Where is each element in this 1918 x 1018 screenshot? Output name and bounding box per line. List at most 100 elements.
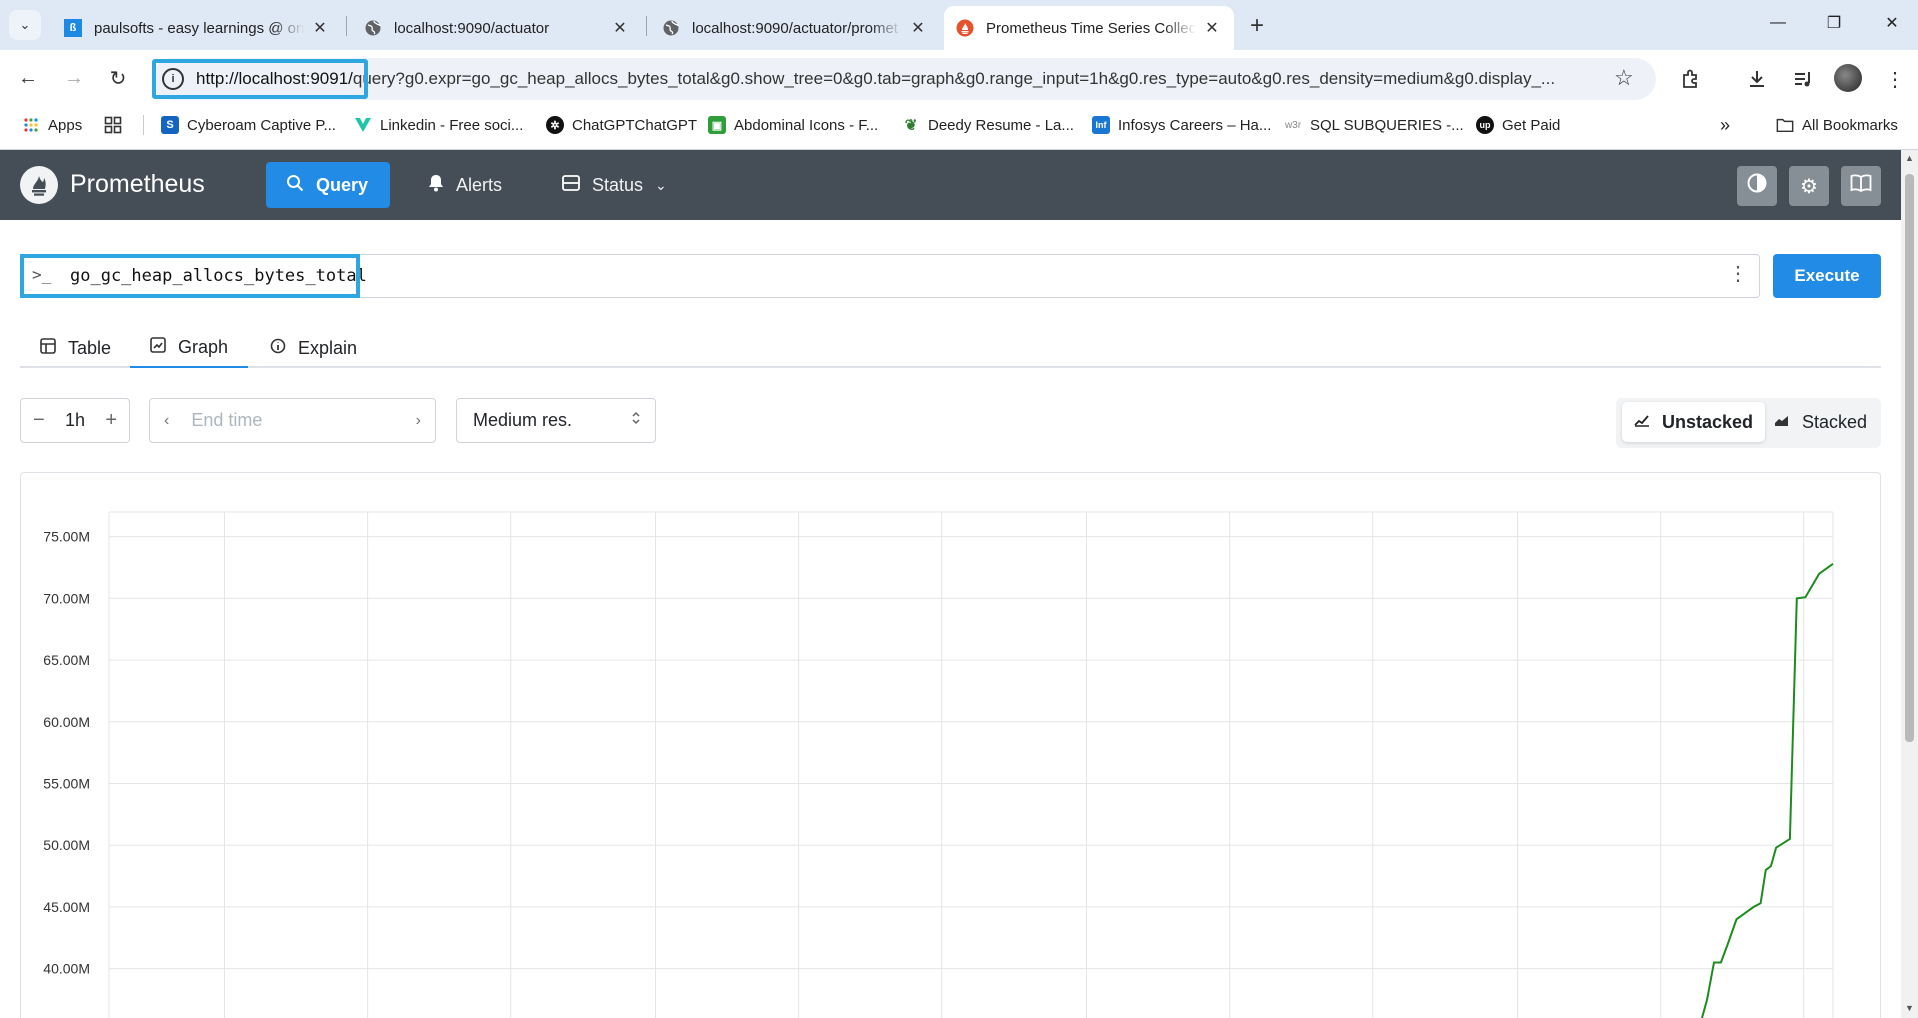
bookmark-label: Linkedin - Free soci...: [380, 116, 524, 134]
bookmark-get-paid[interactable]: up Get Paid: [1476, 114, 1560, 136]
browser-tab-2[interactable]: localhost:9090/actuator ✕: [352, 6, 642, 50]
browser-tab-1[interactable]: ß paulsofts - easy learnings @ on ✕: [52, 6, 342, 50]
all-bookmarks-button[interactable]: All Bookmarks: [1776, 114, 1898, 136]
bookmark-label: ChatGPTChatGPT: [572, 116, 698, 134]
back-button[interactable]: ←: [12, 62, 44, 94]
stacked-label: Stacked: [1802, 411, 1868, 432]
close-icon[interactable]: ✕: [1202, 18, 1222, 38]
resolution-select[interactable]: Medium res.: [456, 398, 656, 443]
tab-label: Explain: [298, 337, 358, 358]
cyberoam-icon: S: [161, 116, 179, 134]
tab-search-button[interactable]: ⌄: [9, 10, 41, 40]
linkedin-icon: [354, 116, 372, 134]
scroll-thumb[interactable]: [1905, 174, 1914, 742]
close-window-button[interactable]: ✕: [1872, 8, 1912, 38]
reload-button[interactable]: ↻: [102, 62, 134, 94]
scroll-up-icon[interactable]: ▲: [1903, 152, 1916, 164]
tab-title: localhost:9090/actuator: [394, 19, 550, 37]
tab-table[interactable]: Table: [20, 328, 131, 368]
bookmark-infosys[interactable]: Inf Infosys Careers – Ha...: [1092, 114, 1271, 136]
url-highlight-box: [152, 59, 368, 99]
y-tick-label: 65.00M: [43, 652, 90, 668]
reload-icon: ↻: [109, 67, 127, 90]
bookmarks-overflow-button[interactable]: »: [1720, 114, 1730, 136]
nav-label: Alerts: [456, 174, 503, 195]
w3r-icon: w3r: [1284, 119, 1302, 131]
arrow-right-icon: →: [64, 66, 84, 89]
browser-tab-3[interactable]: localhost:9090/actuator/promet ✕: [650, 6, 940, 50]
prometheus-icon: [956, 19, 974, 37]
bookmark-apps[interactable]: Apps: [22, 114, 82, 136]
browser-tab-4[interactable]: Prometheus Time Series Collect ✕: [944, 6, 1234, 50]
extensions-icon[interactable]: [1676, 64, 1706, 94]
new-tab-button[interactable]: +: [1242, 12, 1272, 40]
bookmark-cyberoam[interactable]: S Cyberoam Captive P...: [161, 114, 336, 136]
chatgpt-icon: ✲: [546, 116, 564, 134]
close-icon[interactable]: ✕: [908, 18, 928, 38]
y-tick-label: 40.00M: [43, 961, 90, 977]
download-icon[interactable]: [1742, 64, 1772, 94]
bookmark-label: Deedy Resume - La...: [928, 116, 1074, 134]
media-control-icon[interactable]: [1788, 64, 1818, 94]
profile-avatar[interactable]: [1834, 64, 1862, 92]
bookmark-label: Apps: [48, 116, 83, 134]
bookmark-separator: [143, 115, 144, 135]
plus-icon[interactable]: +: [105, 409, 117, 432]
tab-title: Prometheus Time Series Collect: [986, 19, 1196, 37]
settings-button[interactable]: ⚙: [1789, 166, 1829, 206]
tab-explain[interactable]: Explain: [250, 328, 377, 368]
scroll-down-icon[interactable]: ▼: [1903, 1002, 1916, 1014]
restore-button[interactable]: ❐: [1814, 8, 1854, 38]
double-chevron-right-icon: »: [1720, 114, 1731, 135]
bookmark-sql-subqueries[interactable]: w3r SQL SUBQUERIES -...: [1284, 114, 1464, 136]
stacked-button[interactable]: Stacked: [1762, 402, 1879, 442]
theme-toggle-button[interactable]: [1737, 166, 1777, 206]
bookmark-deedy-resume[interactable]: ❦ Deedy Resume - La...: [902, 114, 1074, 136]
bookmark-linkedin[interactable]: Linkedin - Free soci...: [354, 114, 523, 136]
info-icon: [270, 338, 286, 358]
brand-title[interactable]: Prometheus: [70, 170, 205, 199]
y-tick-label: 45.00M: [43, 899, 90, 915]
chevron-right-icon[interactable]: ›: [416, 412, 421, 430]
minus-icon[interactable]: −: [33, 409, 45, 432]
bookmark-star-icon[interactable]: ☆: [1614, 65, 1634, 91]
range-value[interactable]: 1h: [65, 410, 85, 431]
y-tick-label: 50.00M: [43, 837, 90, 853]
bookmark-tab-groups[interactable]: [104, 114, 130, 136]
unstacked-button[interactable]: Unstacked: [1622, 402, 1766, 442]
time-series-chart[interactable]: 75.00M 70.00M 65.00M 60.00M 55.00M 50.00M 45.0…: [20, 472, 1881, 1018]
bell-icon: [428, 174, 444, 197]
line-chart-icon: [1634, 413, 1650, 431]
chevron-down-icon: ⌄: [19, 17, 31, 32]
bookmark-label: Cyberoam Captive P...: [187, 116, 336, 134]
bookmark-abdominal[interactable]: ▣ Abdominal Icons - F...: [708, 114, 878, 136]
nav-alerts[interactable]: Alerts: [408, 162, 522, 208]
close-icon[interactable]: ✕: [310, 18, 330, 38]
url-text[interactable]: http://localhost:9091/query?g0.expr=go_g…: [196, 69, 1596, 89]
series-line[interactable]: [1701, 562, 1834, 1018]
prometheus-logo-icon[interactable]: [20, 166, 58, 204]
execute-button[interactable]: Execute: [1773, 254, 1881, 298]
browser-menu-icon[interactable]: ⋮: [1880, 64, 1910, 94]
resolution-value: Medium res.: [473, 410, 573, 430]
close-icon[interactable]: ✕: [610, 18, 630, 38]
chevron-down-icon: ⌄: [655, 176, 667, 193]
nav-status[interactable]: Status ⌄: [542, 162, 687, 208]
arrow-left-icon: ←: [18, 66, 38, 89]
bookmark-chatgpt[interactable]: ✲ ChatGPTChatGPT: [546, 114, 697, 136]
tab-label: Table: [68, 337, 112, 358]
minimize-button[interactable]: —: [1758, 8, 1798, 38]
y-tick-label: 75.00M: [43, 529, 90, 545]
bookmark-label: Get Paid: [1502, 116, 1561, 134]
more-options-icon[interactable]: ⋮: [1728, 264, 1748, 284]
chevron-left-icon[interactable]: ‹: [164, 412, 169, 430]
table-icon: [40, 338, 56, 358]
book-icon: [1850, 173, 1872, 199]
end-time-input[interactable]: ‹ End time ›: [149, 398, 436, 443]
forward-button[interactable]: →: [58, 62, 90, 94]
tab-graph[interactable]: Graph: [130, 328, 249, 368]
docs-button[interactable]: [1841, 166, 1881, 206]
tab-title: paulsofts - easy learnings @ on: [94, 19, 304, 37]
range-input[interactable]: − 1h +: [20, 398, 130, 443]
nav-query[interactable]: Query: [266, 162, 390, 208]
